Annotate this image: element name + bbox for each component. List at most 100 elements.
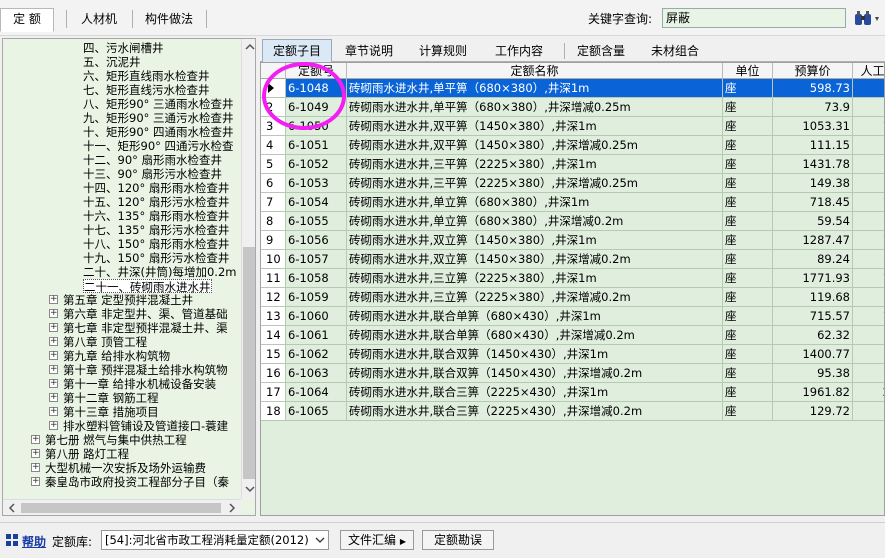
tree-item[interactable]: + 第七章 非定型预拌混凝土井、渠 — [49, 321, 228, 335]
cell-name[interactable]: 砖砌雨水进水井,单立箅（680×380）,井深增减0.2m — [347, 212, 723, 231]
tree-item[interactable]: 二十一、砖砌雨水进水井 — [83, 279, 212, 294]
cell-code[interactable]: 6-1056 — [286, 231, 347, 250]
cell-unit[interactable]: 座 — [723, 98, 773, 117]
cell-code[interactable]: 6-1063 — [286, 364, 347, 383]
expand-toggle-icon[interactable]: + — [49, 393, 58, 402]
scroll-down-icon[interactable] — [243, 483, 256, 495]
cell-price[interactable]: 111.15 — [773, 136, 853, 155]
cell-unit[interactable]: 座 — [723, 193, 773, 212]
cell-labor[interactable] — [853, 98, 884, 117]
expand-toggle-icon[interactable]: + — [31, 463, 40, 472]
tree-item[interactable]: + 第十三章 措施项目 — [49, 405, 159, 419]
tree-item[interactable]: + 第八册 路灯工程 — [31, 447, 129, 461]
cell-name[interactable]: 砖砌雨水进水井,双平箅（1450×380）,井深1m — [347, 117, 723, 136]
cell-labor[interactable]: 1 — [853, 307, 884, 326]
cell-unit[interactable]: 座 — [723, 136, 773, 155]
expand-toggle-icon[interactable]: + — [31, 477, 40, 486]
expand-toggle-icon[interactable]: + — [49, 365, 58, 374]
expand-toggle-icon[interactable]: + — [49, 309, 58, 318]
cell-labor[interactable] — [853, 136, 884, 155]
cell-unit[interactable]: 座 — [723, 345, 773, 364]
col-header-price[interactable]: 预算价 — [773, 63, 853, 79]
cell-labor[interactable] — [853, 155, 884, 174]
tree-item[interactable]: 九、矩形90° 三通污水检查井 — [83, 111, 234, 125]
cell-name[interactable]: 砖砌雨水进水井,单平箅（680×380）,井深增减0.25m — [347, 98, 723, 117]
cell-unit[interactable]: 座 — [723, 326, 773, 345]
tree-item[interactable]: 五、沉泥井 — [83, 55, 141, 69]
tree-item[interactable]: 十五、120° 扇形污水检查井 — [83, 195, 229, 209]
expand-toggle-icon[interactable]: + — [49, 421, 58, 430]
cell-labor[interactable] — [853, 212, 884, 231]
tree-item[interactable]: + 排水塑料管铺设及管道接口-蓑建 — [49, 419, 228, 433]
scroll-right-icon[interactable] — [226, 501, 238, 515]
cell-unit[interactable]: 座 — [723, 79, 773, 98]
expand-toggle-icon[interactable]: + — [49, 323, 58, 332]
expand-toggle-icon[interactable]: + — [49, 407, 58, 416]
tree-item[interactable]: + 第九章 给排水构筑物 — [49, 349, 170, 363]
tree-item[interactable]: 十八、150° 扇形雨水检查井 — [83, 237, 229, 251]
cell-price[interactable]: 73.9 — [773, 98, 853, 117]
cell-labor[interactable] — [853, 326, 884, 345]
help-link[interactable]: 帮助 — [22, 533, 46, 550]
cell-labor[interactable]: 1 — [853, 269, 884, 288]
cell-price[interactable]: 95.38 — [773, 364, 853, 383]
cell-labor[interactable] — [853, 79, 884, 98]
tree-item[interactable]: 七、矩形直线污水检查井 — [83, 83, 210, 97]
cell-price[interactable]: 149.38 — [773, 174, 853, 193]
cell-name[interactable]: 砖砌雨水进水井,三平箅（2225×380）,井深1m — [347, 155, 723, 174]
cell-price[interactable]: 89.24 — [773, 250, 853, 269]
cell-labor[interactable] — [853, 345, 884, 364]
tree-item[interactable]: + 第五章 定型预拌混凝土井 — [49, 293, 193, 307]
cell-code[interactable]: 6-1060 — [286, 307, 347, 326]
cell-labor[interactable]: 1 — [853, 231, 884, 250]
tree-horizontal-scrollbar[interactable] — [3, 499, 241, 515]
cell-price[interactable]: 62.32 — [773, 326, 853, 345]
tree-item[interactable]: + 第七册 燃气与集中供热工程 — [31, 433, 187, 447]
cell-name[interactable]: 砖砌雨水进水井,三平箅（2225×380）,井深增减0.25m — [347, 174, 723, 193]
cell-code[interactable]: 6-1061 — [286, 326, 347, 345]
cell-name[interactable]: 砖砌雨水进水井,三立箅（2225×380）,井深增减0.2m — [347, 288, 723, 307]
cell-price[interactable]: 1053.31 — [773, 117, 853, 136]
chevron-down-icon[interactable] — [313, 531, 327, 549]
tree-item[interactable]: 四、污水闸槽井 — [83, 41, 164, 55]
tree-item[interactable]: + 第十章 预拌混凝土给排水构筑物 — [49, 363, 228, 377]
cell-labor[interactable] — [853, 250, 884, 269]
tab-calc-rules[interactable]: 计算规则 — [410, 42, 476, 62]
cell-labor[interactable] — [853, 174, 884, 193]
expand-toggle-icon[interactable]: + — [49, 295, 58, 304]
tab-quota-items[interactable]: 定额子目 — [262, 39, 332, 63]
cell-name[interactable]: 砖砌雨水进水井,联合单箅（680×430）,井深1m — [347, 307, 723, 326]
cell-unit[interactable]: 座 — [723, 307, 773, 326]
cell-name[interactable]: 砖砌雨水进水井,三立箅（2225×380）,井深1m — [347, 269, 723, 288]
tree-item[interactable]: 十九、150° 扇形污水检查井 — [83, 251, 229, 265]
tab-chapter-notes[interactable]: 章节说明 — [336, 42, 402, 62]
tab-component[interactable]: 构件做法 — [140, 9, 198, 29]
tree-item[interactable]: 十三、90° 扇形污水检查井 — [83, 167, 222, 181]
binoculars-search-button[interactable] — [851, 8, 883, 30]
cell-price[interactable]: 715.57 — [773, 307, 853, 326]
cell-unit[interactable]: 座 — [723, 402, 773, 421]
cell-name[interactable]: 砖砌雨水进水井,联合单箅（680×430）,井深增减0.2m — [347, 326, 723, 345]
expand-toggle-icon[interactable]: + — [49, 337, 58, 346]
cell-price[interactable]: 1287.47 — [773, 231, 853, 250]
tab-material-combo[interactable]: 未材组合 — [642, 42, 708, 62]
cell-code[interactable]: 6-1064 — [286, 383, 347, 402]
cell-name[interactable]: 砖砌雨水进水井,联合三箅（2225×430）,井深增减0.2m — [347, 402, 723, 421]
cell-code[interactable]: 6-1058 — [286, 269, 347, 288]
cell-unit[interactable]: 座 — [723, 155, 773, 174]
expand-toggle-icon[interactable]: + — [31, 435, 40, 444]
tree-item[interactable]: 十、矩形90° 四通雨水检查井 — [83, 125, 234, 139]
cell-name[interactable]: 砖砌雨水进水井,联合双箅（1450×430）,井深1m — [347, 345, 723, 364]
cell-code[interactable]: 6-1052 — [286, 155, 347, 174]
tree-item[interactable]: 八、矩形90° 三通雨水检查井 — [83, 97, 234, 111]
tree-item[interactable]: + 第八章 顶管工程 — [49, 335, 147, 349]
expand-toggle-icon[interactable]: + — [49, 351, 58, 360]
cell-name[interactable]: 砖砌雨水进水井,双平箅（1450×380）,井深增减0.25m — [347, 136, 723, 155]
cell-labor[interactable]: 2 — [853, 383, 884, 402]
cell-name[interactable]: 砖砌雨水进水井,联合双箅（1450×430）,井深增减0.2m — [347, 364, 723, 383]
cell-price[interactable]: 718.45 — [773, 193, 853, 212]
cell-price[interactable]: 1771.93 — [773, 269, 853, 288]
cell-price[interactable]: 129.72 — [773, 402, 853, 421]
col-header-name[interactable]: 定额名称 — [347, 63, 723, 79]
scroll-left-icon[interactable] — [6, 501, 18, 515]
